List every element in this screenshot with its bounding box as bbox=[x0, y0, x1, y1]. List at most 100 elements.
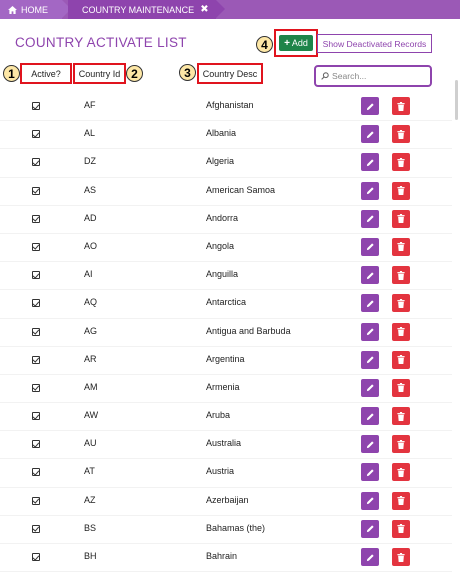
active-checkbox[interactable] bbox=[32, 299, 40, 308]
active-checkbox[interactable] bbox=[32, 271, 40, 280]
edit-button[interactable] bbox=[361, 435, 379, 454]
add-button[interactable]: + Add bbox=[279, 35, 313, 51]
delete-button[interactable] bbox=[392, 350, 410, 369]
table-row: BS Bahamas (the) bbox=[0, 516, 452, 544]
delete-button[interactable] bbox=[392, 435, 410, 454]
pencil-icon bbox=[366, 553, 374, 561]
delete-button[interactable] bbox=[392, 181, 410, 200]
country-table: AF Afghanistan AL Albania DZ Algeria AS … bbox=[0, 93, 452, 572]
country-id-cell: AZ bbox=[84, 494, 96, 505]
pencil-icon bbox=[366, 412, 374, 420]
delete-button[interactable] bbox=[392, 519, 410, 538]
pencil-icon bbox=[366, 271, 374, 279]
edit-button[interactable] bbox=[361, 125, 379, 144]
edit-button[interactable] bbox=[361, 181, 379, 200]
delete-button[interactable] bbox=[392, 548, 410, 566]
edit-button[interactable] bbox=[361, 491, 379, 510]
delete-button[interactable] bbox=[392, 491, 410, 510]
country-id-cell: AR bbox=[84, 353, 97, 364]
edit-button[interactable] bbox=[361, 237, 379, 256]
table-row: AO Angola bbox=[0, 234, 452, 263]
edit-button[interactable] bbox=[361, 378, 379, 397]
country-id-cell: AS bbox=[84, 184, 97, 195]
country-desc-cell: Aruba bbox=[206, 410, 231, 421]
delete-button[interactable] bbox=[392, 407, 410, 426]
delete-button[interactable] bbox=[392, 378, 410, 397]
edit-button[interactable] bbox=[361, 153, 379, 172]
search-input[interactable] bbox=[332, 71, 422, 81]
country-id-cell: AW bbox=[84, 410, 99, 421]
edit-button[interactable] bbox=[361, 209, 379, 228]
trash-icon bbox=[397, 467, 405, 477]
table-row: DZ Algeria bbox=[0, 149, 452, 178]
active-checkbox[interactable] bbox=[32, 383, 40, 392]
pencil-icon bbox=[366, 525, 374, 533]
delete-button[interactable] bbox=[392, 463, 410, 482]
country-id-cell: AI bbox=[84, 269, 93, 280]
pencil-icon bbox=[366, 497, 374, 505]
column-header-active[interactable]: Active? bbox=[20, 63, 72, 84]
active-checkbox[interactable] bbox=[32, 440, 40, 449]
delete-button[interactable] bbox=[392, 153, 410, 172]
table-row: AD Andorra bbox=[0, 206, 452, 234]
edit-button[interactable] bbox=[361, 294, 379, 313]
scrollbar[interactable] bbox=[455, 80, 458, 120]
active-checkbox[interactable] bbox=[32, 130, 40, 139]
edit-button[interactable] bbox=[361, 322, 379, 341]
pencil-icon bbox=[366, 384, 374, 392]
active-checkbox[interactable] bbox=[32, 102, 40, 110]
active-checkbox[interactable] bbox=[32, 186, 40, 195]
callout-badge-4: 4 bbox=[256, 36, 273, 53]
active-checkbox[interactable] bbox=[32, 242, 40, 251]
table-row: AS American Samoa bbox=[0, 178, 452, 206]
tab-bar: HOME COUNTRY MAINTENANCE ✖ bbox=[0, 0, 460, 19]
edit-button[interactable] bbox=[361, 350, 379, 369]
search-box[interactable] bbox=[314, 65, 432, 87]
edit-button[interactable] bbox=[361, 463, 379, 482]
trash-icon bbox=[397, 439, 405, 449]
trash-icon bbox=[397, 214, 405, 224]
tab-country-maintenance[interactable]: COUNTRY MAINTENANCE ✖ bbox=[68, 0, 225, 19]
edit-button[interactable] bbox=[361, 519, 379, 538]
edit-button[interactable] bbox=[361, 548, 379, 566]
active-checkbox[interactable] bbox=[32, 553, 40, 561]
country-id-cell: AG bbox=[84, 325, 98, 336]
delete-button[interactable] bbox=[392, 209, 410, 228]
tab-home[interactable]: HOME bbox=[0, 0, 71, 19]
column-header-active-label: Active? bbox=[31, 68, 61, 79]
delete-button[interactable] bbox=[392, 125, 410, 144]
country-id-cell: BS bbox=[84, 522, 97, 533]
active-checkbox[interactable] bbox=[32, 496, 40, 505]
edit-button[interactable] bbox=[361, 407, 379, 426]
active-checkbox[interactable] bbox=[32, 355, 40, 364]
column-header-country-desc[interactable]: Country Desc bbox=[197, 63, 263, 84]
show-deactivated-button[interactable]: Show Deactivated Records bbox=[317, 34, 432, 53]
close-icon[interactable]: ✖ bbox=[200, 4, 208, 15]
edit-button[interactable] bbox=[361, 97, 379, 115]
country-desc-cell: Andorra bbox=[206, 212, 239, 223]
table-row: AQ Antarctica bbox=[0, 290, 452, 319]
trash-icon bbox=[397, 383, 405, 393]
edit-button[interactable] bbox=[361, 266, 379, 285]
active-checkbox[interactable] bbox=[32, 524, 40, 533]
delete-button[interactable] bbox=[392, 266, 410, 285]
pencil-icon bbox=[366, 243, 374, 251]
trash-icon bbox=[397, 327, 405, 336]
trash-icon bbox=[397, 101, 405, 111]
active-checkbox[interactable] bbox=[32, 412, 40, 421]
active-checkbox[interactable] bbox=[32, 158, 40, 167]
column-header-country-id[interactable]: Country Id bbox=[73, 63, 126, 84]
active-checkbox[interactable] bbox=[32, 214, 40, 223]
trash-icon bbox=[397, 242, 405, 252]
callout-badge-1: 1 bbox=[3, 65, 20, 82]
delete-button[interactable] bbox=[392, 97, 410, 115]
delete-button[interactable] bbox=[392, 294, 410, 313]
country-desc-cell: Armenia bbox=[206, 381, 240, 392]
trash-icon bbox=[397, 355, 405, 365]
delete-button[interactable] bbox=[392, 322, 410, 341]
delete-button[interactable] bbox=[392, 237, 410, 256]
country-desc-cell: Austria bbox=[206, 466, 235, 477]
active-checkbox[interactable] bbox=[32, 468, 40, 477]
active-checkbox[interactable] bbox=[32, 327, 40, 336]
page-title: COUNTRY ACTIVATE LIST bbox=[15, 35, 187, 50]
